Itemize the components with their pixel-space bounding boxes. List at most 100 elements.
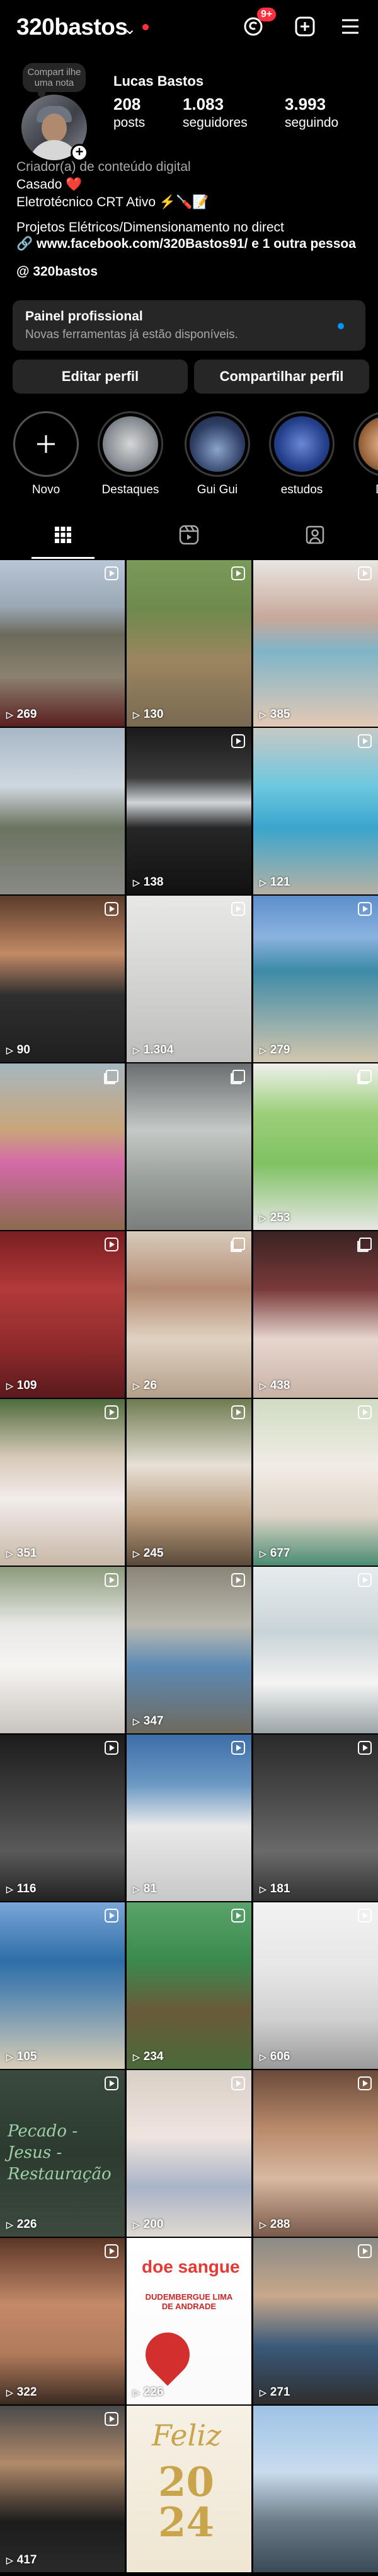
post-view-count-number: 322: [16, 2386, 37, 2399]
note-bubble[interactable]: Compart ilhe uma nota: [23, 63, 86, 97]
chevron-down-icon[interactable]: ⌄: [123, 20, 136, 38]
post-view-count: ▷ 385: [260, 708, 290, 722]
reel-icon: [231, 1405, 245, 1419]
play-count-icon: ▷: [133, 1045, 140, 1055]
post-tile[interactable]: ▷ 606: [253, 1902, 378, 2069]
post-tile[interactable]: ▷ 677: [253, 1399, 378, 1566]
reel-icon: [105, 1573, 118, 1587]
play-count-icon: ▷: [260, 709, 266, 720]
post-view-count-number: 271: [270, 2386, 290, 2399]
post-view-count: ▷ 347: [133, 1714, 163, 1728]
post-tile[interactable]: ▷ 438: [253, 1231, 378, 1398]
top-bar: 320bastos ⌄ 9+: [0, 0, 378, 56]
stat-followers-label: seguidores: [183, 115, 248, 130]
highlight-new[interactable]: Novo: [11, 411, 81, 497]
post-tile[interactable]: [127, 1063, 251, 1230]
post-tile[interactable]: ▷ 121: [253, 728, 378, 894]
post-tile[interactable]: Feliz 2024: [127, 2406, 251, 2572]
post-view-count-number: 438: [270, 1379, 290, 1392]
post-tile[interactable]: [0, 728, 125, 894]
post-view-count-number: 26: [143, 1379, 157, 1392]
post-tile[interactable]: ▷ 200: [127, 2070, 251, 2237]
reel-icon: [358, 1909, 372, 1923]
threads-handle[interactable]: @ 320bastos: [16, 264, 98, 280]
post-tile[interactable]: ▷ 347: [127, 1567, 251, 1733]
post-tile[interactable]: ▷ 269: [0, 560, 125, 727]
pro-panel-subtitle: Novas ferramentas já estão disponíveis.: [25, 328, 238, 341]
play-count-icon: ▷: [6, 2051, 13, 2062]
add-post-icon[interactable]: [291, 13, 319, 40]
post-tile[interactable]: ▷ 90: [0, 896, 125, 1062]
post-tile[interactable]: ▷ 351: [0, 1399, 125, 1566]
post-tile[interactable]: ▷ 226 doe sangue DUDEMBERGUE LIMA DE ANDRAD…: [127, 2238, 251, 2404]
post-tile[interactable]: ▷ 226 Pecado - Jesus - Restauração: [0, 2070, 125, 2237]
post-tile[interactable]: ▷ 417: [0, 2406, 125, 2572]
post-view-count: ▷ 138: [133, 875, 163, 889]
post-tile[interactable]: ▷ 253: [253, 1063, 378, 1230]
post-tile[interactable]: ▷ 81: [127, 1735, 251, 1901]
post-tile[interactable]: [0, 1567, 125, 1733]
post-view-count: ▷ 130: [133, 708, 163, 722]
post-view-count: ▷ 245: [133, 1547, 163, 1560]
post-tile[interactable]: ▷ 138: [127, 728, 251, 894]
post-tile[interactable]: [253, 1567, 378, 1733]
reel-icon: [105, 2244, 118, 2258]
post-tile[interactable]: ▷ 116: [0, 1735, 125, 1901]
post-view-count: ▷ 253: [260, 1211, 290, 1225]
post-tile[interactable]: ▷ 322: [0, 2238, 125, 2404]
reel-icon: [358, 566, 372, 580]
profile-avatar-area[interactable]: Compart ilhe uma nota +: [21, 63, 89, 161]
highlight-label: Destaques: [101, 483, 159, 496]
post-view-count-number: 385: [270, 708, 290, 721]
post-view-count-number: 226: [143, 2386, 164, 2399]
reel-icon: [105, 1909, 118, 1923]
post-tile[interactable]: ▷ 181: [253, 1735, 378, 1901]
play-count-icon: ▷: [260, 1380, 266, 1391]
post-tile[interactable]: ▷ 245: [127, 1399, 251, 1566]
post-overlay-year: 2024: [158, 2459, 215, 2546]
tab-tagged[interactable]: [252, 511, 378, 559]
post-view-count: ▷ 279: [260, 1043, 290, 1057]
post-tile[interactable]: [0, 1063, 125, 1230]
post-tile[interactable]: ▷ 385: [253, 560, 378, 727]
reel-icon: [358, 902, 372, 916]
stat-posts-label: posts: [113, 115, 146, 130]
profile-link[interactable]: 🔗 www.facebook.com/320Bastos91/ e 1 outr…: [16, 236, 356, 252]
highlight-estudos[interactable]: estudos: [267, 411, 336, 497]
play-count-icon: ▷: [133, 709, 140, 720]
play-count-icon: ▷: [260, 1883, 266, 1894]
highlight-destaques[interactable]: Destaques: [96, 411, 165, 497]
highlight-gui-gui[interactable]: Gui Gui: [183, 411, 252, 497]
username-switcher[interactable]: 320bastos: [16, 14, 128, 40]
post-tile[interactable]: ▷ 234: [127, 1902, 251, 2069]
edit-profile-button[interactable]: Editar perfil: [13, 360, 188, 394]
post-tile[interactable]: ▷ 1.304: [127, 896, 251, 1062]
post-view-count: ▷ 1.304: [133, 1043, 173, 1057]
tab-grid[interactable]: [0, 511, 126, 559]
post-tile[interactable]: ▷ 105: [0, 1902, 125, 2069]
stat-posts-count: 208: [113, 95, 141, 114]
post-tile[interactable]: ▷ 26: [127, 1231, 251, 1398]
post-tile[interactable]: ▷ 279: [253, 896, 378, 1062]
post-tile[interactable]: ▷ 288: [253, 2070, 378, 2237]
stat-posts[interactable]: 208 posts: [113, 95, 145, 131]
highlight-partial[interactable]: Des: [352, 411, 378, 497]
post-tile[interactable]: ▷ 271: [253, 2238, 378, 2404]
post-tile[interactable]: ▷ 130: [127, 560, 251, 727]
add-highlight-icon: [13, 411, 79, 477]
stat-following-count: 3.993: [285, 95, 326, 114]
post-tile[interactable]: ▷ 109: [0, 1231, 125, 1398]
menu-icon[interactable]: [336, 13, 364, 40]
share-profile-button[interactable]: Compartilhar perfil: [194, 360, 369, 394]
professional-dashboard[interactable]: Painel profissional Novas ferramentas já…: [13, 300, 365, 351]
reel-icon: [105, 2076, 118, 2090]
tab-reels[interactable]: [126, 511, 252, 559]
stat-following[interactable]: 3.993 seguindo: [285, 95, 338, 131]
stat-followers[interactable]: 1.083 seguidores: [183, 95, 248, 131]
post-tile[interactable]: [253, 2406, 378, 2572]
post-view-count: ▷ 351: [6, 1547, 37, 1560]
play-count-icon: ▷: [6, 2219, 13, 2230]
reel-icon: [358, 734, 372, 748]
post-view-count: ▷ 226: [133, 2386, 163, 2399]
new-indicator-dot: [338, 323, 344, 329]
